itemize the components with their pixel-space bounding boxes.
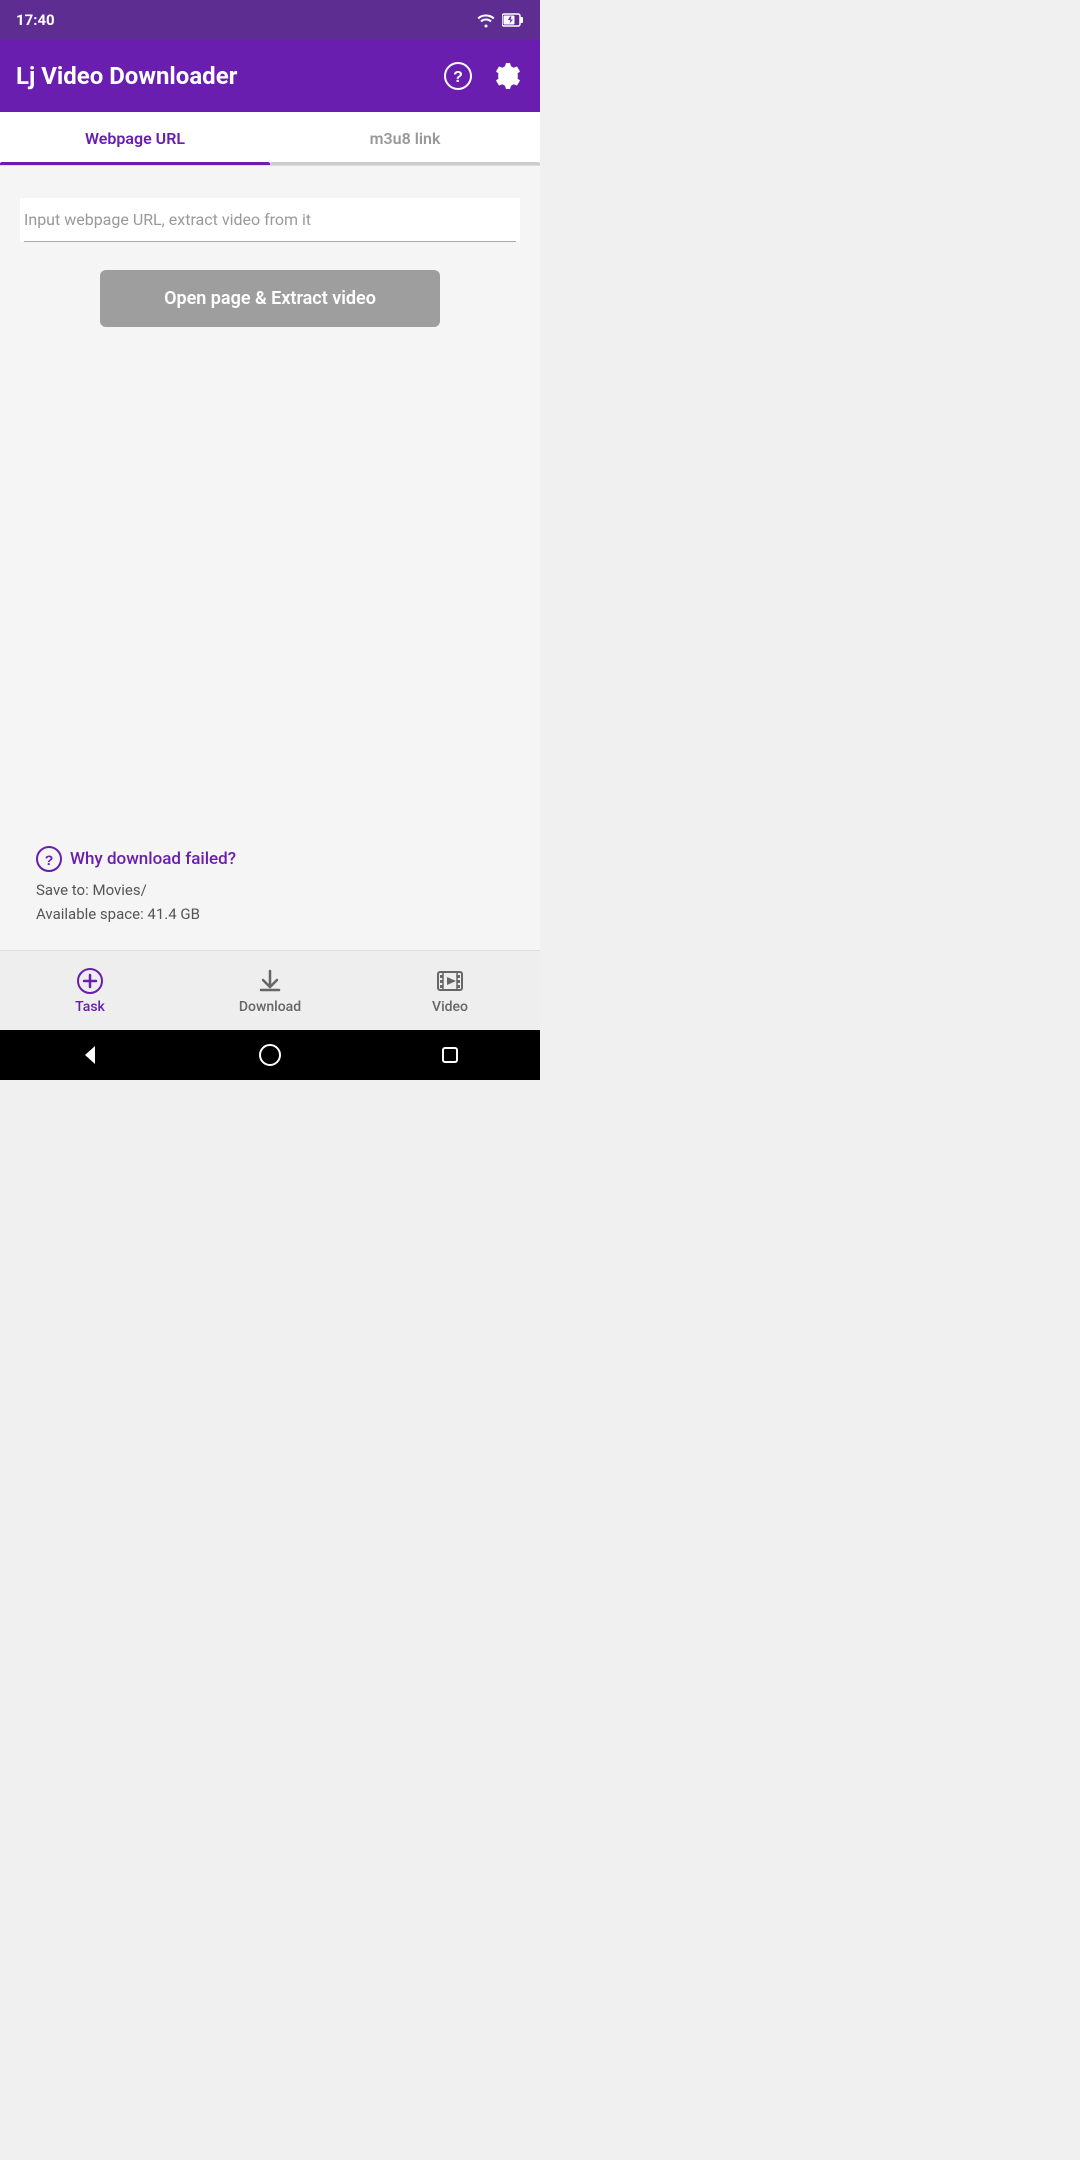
app-bar-actions: ?	[442, 60, 524, 92]
status-bar: 17:40	[0, 0, 540, 40]
bottom-nav: Task Download Video	[0, 950, 540, 1030]
svg-text:?: ?	[453, 69, 463, 86]
battery-icon	[502, 12, 524, 28]
bottom-info: ? Why download failed? Save to: Movies/ …	[20, 834, 520, 934]
plus-circle-icon	[76, 967, 104, 995]
tabs-container: Webpage URL m3u8 link	[0, 112, 540, 166]
help-button[interactable]: ?	[442, 60, 474, 92]
why-failed-link[interactable]: ? Why download failed?	[36, 846, 504, 872]
download-arrow-icon	[256, 967, 284, 995]
recents-icon	[439, 1044, 461, 1066]
app-bar: Lj Video Downloader ?	[0, 40, 540, 112]
save-to-text: Save to: Movies/	[36, 878, 504, 902]
question-circle-icon: ?	[36, 846, 62, 872]
status-time: 17:40	[16, 11, 55, 29]
nav-item-download[interactable]: Download	[180, 951, 360, 1030]
main-content: Open page & Extract video ? Why download…	[0, 166, 540, 950]
settings-icon	[493, 61, 523, 91]
status-icons	[476, 12, 524, 28]
url-input-container	[20, 198, 520, 242]
app-title: Lj Video Downloader	[16, 62, 237, 90]
why-failed-text: Why download failed?	[70, 849, 236, 869]
home-button[interactable]	[256, 1041, 284, 1069]
wifi-icon	[476, 12, 496, 28]
nav-label-task: Task	[75, 999, 105, 1015]
system-nav-bar	[0, 1030, 540, 1080]
available-space-text: Available space: 41.4 GB	[36, 902, 504, 926]
recents-button[interactable]	[436, 1041, 464, 1069]
url-input[interactable]	[24, 198, 516, 242]
extract-button[interactable]: Open page & Extract video	[100, 270, 440, 327]
help-icon: ?	[443, 61, 473, 91]
back-icon	[79, 1044, 101, 1066]
nav-item-video[interactable]: Video	[360, 951, 540, 1030]
nav-item-task[interactable]: Task	[0, 951, 180, 1030]
tab-webpage-url[interactable]: Webpage URL	[0, 112, 270, 165]
svg-text:?: ?	[45, 852, 54, 868]
home-icon	[259, 1044, 281, 1066]
nav-label-video: Video	[432, 999, 468, 1015]
settings-button[interactable]	[492, 60, 524, 92]
film-strip-icon	[436, 967, 464, 995]
back-button[interactable]	[76, 1041, 104, 1069]
tab-m3u8-link[interactable]: m3u8 link	[270, 112, 540, 165]
nav-label-download: Download	[239, 999, 301, 1015]
